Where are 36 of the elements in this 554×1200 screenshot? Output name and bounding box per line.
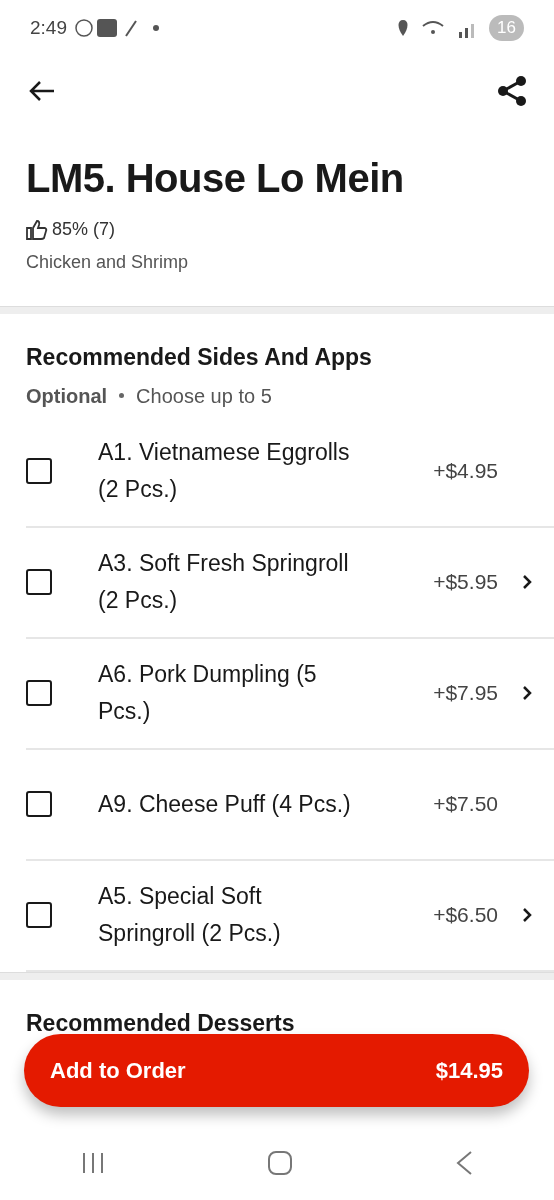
- checkbox[interactable]: [26, 680, 52, 706]
- checkbox[interactable]: [26, 902, 52, 928]
- option-price: +$5.95: [433, 569, 498, 596]
- option-name: A5. Special Soft Springroll (2 Pcs.): [98, 882, 282, 948]
- chevron-right-icon[interactable]: [522, 685, 532, 701]
- checkbox[interactable]: [26, 569, 52, 595]
- chevron-right-icon[interactable]: [522, 907, 532, 923]
- add-to-order-button[interactable]: Add to Order $14.95: [24, 1034, 529, 1107]
- back-arrow-icon: [28, 79, 56, 103]
- back-icon[interactable]: [455, 1149, 473, 1176]
- checkbox[interactable]: [26, 791, 52, 817]
- option-price: +$7.95: [433, 680, 498, 707]
- option-price: +$7.50: [433, 791, 498, 818]
- battery-level: 16: [489, 15, 524, 41]
- home-icon[interactable]: [267, 1149, 293, 1176]
- thumbs-up-icon: [26, 219, 48, 240]
- circle-logo-icon: [75, 19, 93, 37]
- chevron-right-icon[interactable]: [522, 574, 532, 590]
- option-name: A6. Pork Dumpling (5 Pcs.): [98, 660, 318, 726]
- item-title: LM5. House Lo Mein: [26, 155, 405, 202]
- dot-icon: [153, 25, 159, 31]
- option-name: A1. Vietnamese Eggrolls (2 Pcs.): [98, 438, 351, 504]
- option-name: A3. Soft Fresh Springroll (2 Pcs.): [98, 549, 350, 615]
- separator-dot: [119, 393, 125, 398]
- item-description: Chicken and Shrimp: [26, 251, 190, 274]
- option-price: +$4.95: [433, 458, 498, 485]
- selection-rule: Choose up to 5: [136, 383, 272, 409]
- rating-text: 85% (7): [52, 218, 116, 241]
- checkbox[interactable]: [26, 458, 52, 484]
- app-icon: [97, 19, 117, 37]
- option-price: +$6.50: [433, 902, 498, 929]
- requirement-label: Optional: [26, 383, 108, 409]
- option-name: A9. Cheese Puff (4 Pcs.): [98, 789, 352, 819]
- section-heading: Recommended Sides And Apps: [26, 343, 373, 372]
- status-time: 2:49: [30, 15, 67, 40]
- recent-apps-icon[interactable]: [81, 1150, 105, 1175]
